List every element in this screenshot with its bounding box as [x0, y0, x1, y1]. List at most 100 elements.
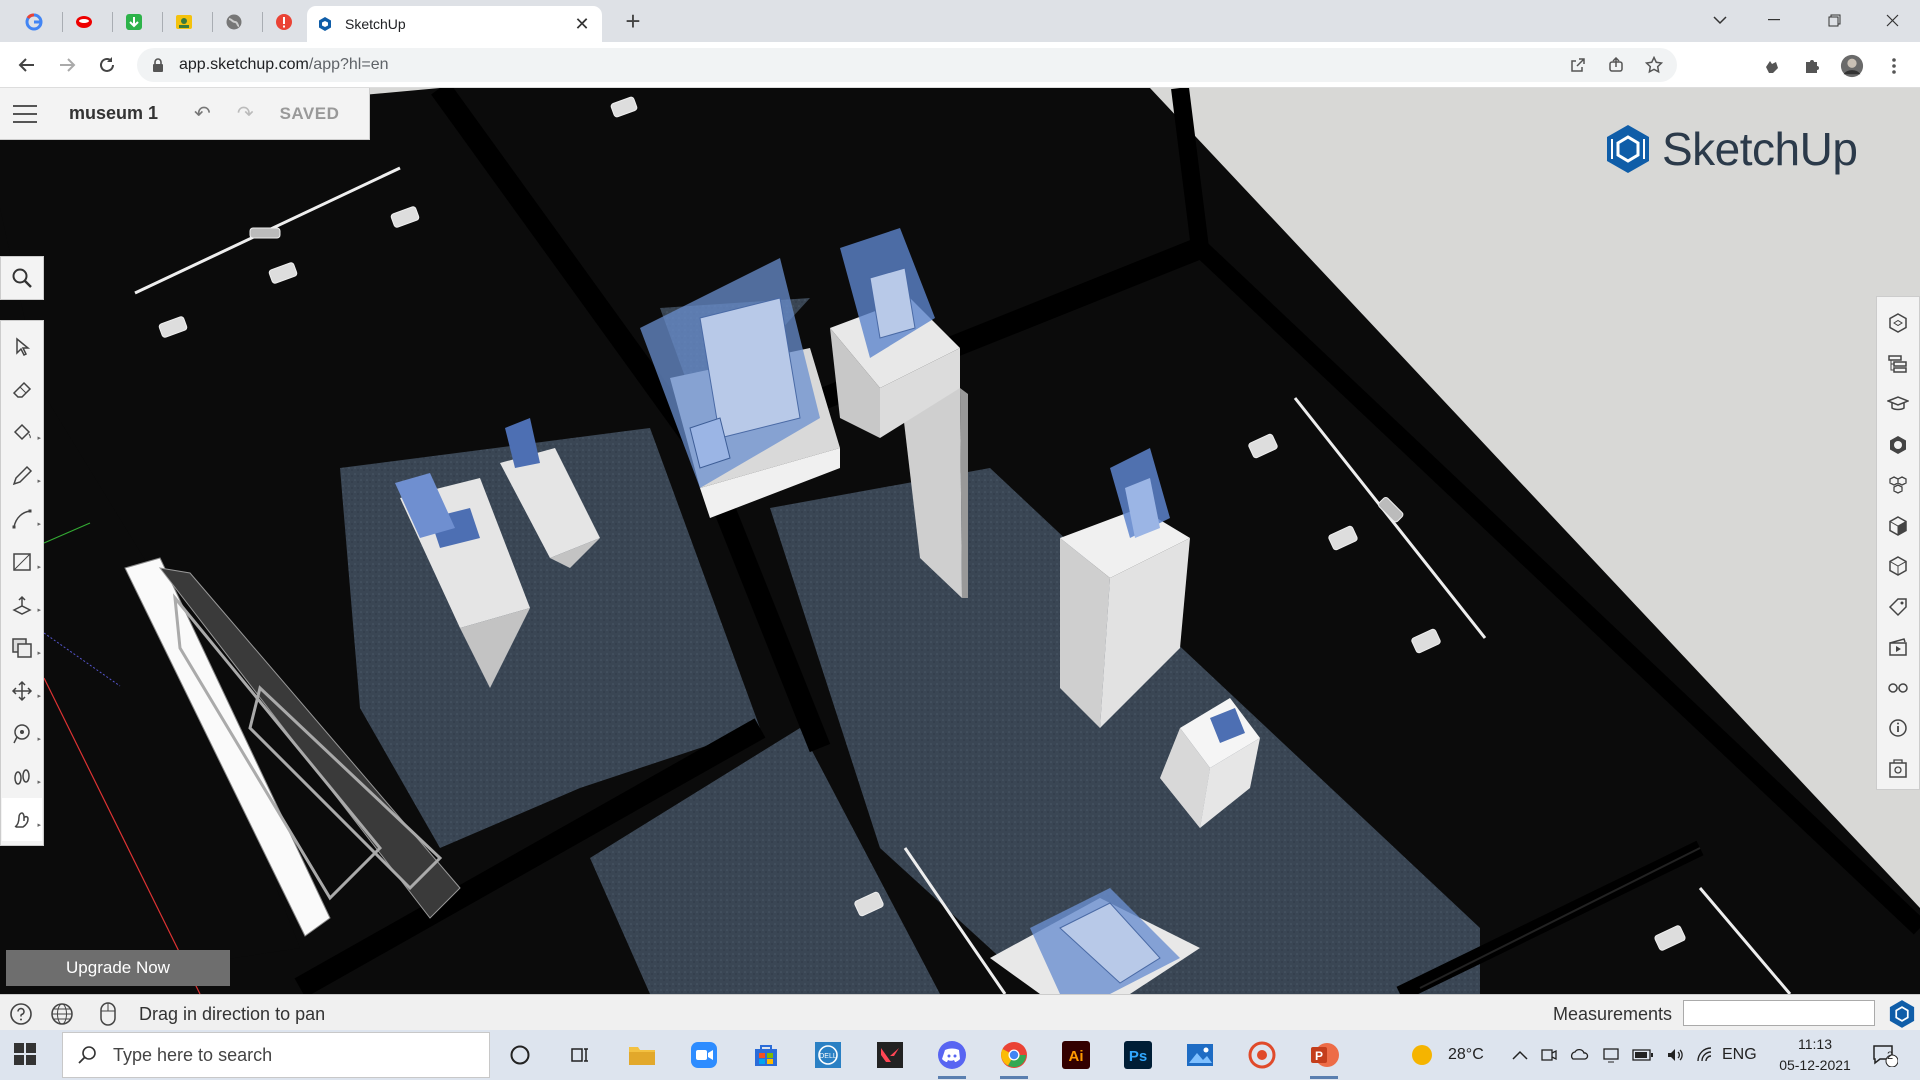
tab-globe[interactable]: [216, 8, 252, 36]
model-info-button[interactable]: [1878, 708, 1918, 749]
animation-button[interactable]: [1878, 627, 1918, 668]
windows-start-icon[interactable]: [14, 1043, 36, 1070]
tab-download[interactable]: [116, 8, 152, 36]
entity-info-button[interactable]: [1878, 303, 1918, 344]
clock-time: 11:13: [1798, 1036, 1832, 1052]
scenes-button[interactable]: [1878, 546, 1918, 587]
restore-icon[interactable]: [1806, 0, 1862, 40]
pan-tool[interactable]: ▸: [2, 798, 42, 841]
bookmark-star-icon[interactable]: [1643, 54, 1665, 76]
redo-icon[interactable]: ↷: [237, 101, 254, 126]
move-tool[interactable]: ▸: [2, 669, 42, 712]
illustrator-icon[interactable]: Ai: [1054, 1037, 1098, 1073]
select-icon: [16, 336, 31, 356]
profile-avatar[interactable]: [1840, 54, 1864, 78]
arc-icon: [12, 509, 32, 528]
back-icon[interactable]: [12, 51, 42, 79]
minimize-icon[interactable]: [1746, 0, 1802, 40]
globe-icon: [226, 14, 242, 30]
display-icon: [1888, 683, 1908, 693]
reload-icon[interactable]: [92, 51, 122, 79]
wifi-icon[interactable]: [1696, 1046, 1714, 1064]
tab-contacts[interactable]: [166, 8, 202, 36]
materials-button[interactable]: [1878, 425, 1918, 466]
share-icon[interactable]: [1605, 54, 1627, 76]
line-tool[interactable]: ▸: [2, 454, 42, 497]
globe-geo-icon[interactable]: [49, 1001, 75, 1027]
close-window-icon[interactable]: [1864, 0, 1920, 40]
onedrive-sync-icon[interactable]: [1570, 1046, 1590, 1064]
cortana-icon[interactable]: [498, 1037, 542, 1073]
chrome-icon[interactable]: [992, 1037, 1036, 1079]
components-button[interactable]: [1878, 465, 1918, 506]
extensions-puzzle-icon[interactable]: [1800, 54, 1824, 78]
photoshop-icon[interactable]: Ps: [1116, 1037, 1160, 1073]
system-clock[interactable]: 11:13 05-12-2021: [1760, 1034, 1870, 1076]
paint-bucket-tool[interactable]: ▸: [2, 411, 42, 454]
extension-hand-icon[interactable]: [1760, 54, 1784, 78]
eraser-tool[interactable]: [2, 368, 42, 411]
input-language[interactable]: ENG: [1722, 1030, 1757, 1080]
new-tab-button[interactable]: +: [618, 7, 648, 37]
dell-icon[interactable]: DELL: [806, 1037, 850, 1073]
search-icon: [78, 1046, 96, 1064]
model-viewport[interactable]: [0, 88, 1920, 994]
svg-text:P: P: [1315, 1049, 1323, 1063]
powerpoint-icon[interactable]: P: [1302, 1037, 1346, 1079]
arc-tool[interactable]: ▸: [2, 497, 42, 540]
valorant-icon[interactable]: [868, 1037, 912, 1073]
volume-icon[interactable]: [1666, 1046, 1684, 1064]
hamburger-menu-icon[interactable]: [13, 104, 37, 123]
recovery-app-icon[interactable]: [1240, 1037, 1284, 1073]
search-tool-button[interactable]: [0, 256, 44, 300]
undo-icon[interactable]: ↶: [194, 101, 211, 126]
open-in-app-icon[interactable]: [1567, 54, 1589, 76]
svg-text:DELL: DELL: [819, 1053, 837, 1060]
notification-icon: [1873, 1045, 1898, 1067]
notification-center[interactable]: 2: [1872, 1030, 1898, 1080]
task-view-icon[interactable]: [558, 1037, 602, 1073]
chrome-menu-icon[interactable]: [1882, 54, 1906, 78]
tray-chevron-icon[interactable]: [1512, 1030, 1528, 1080]
ms-store-icon[interactable]: [744, 1037, 788, 1073]
instructor-button[interactable]: [1878, 384, 1918, 425]
offset-tool[interactable]: ▸: [2, 626, 42, 669]
push-pull-tool[interactable]: ▸: [2, 583, 42, 626]
mouse-icon[interactable]: [95, 1001, 121, 1027]
upgrade-now-button[interactable]: Upgrade Now: [6, 950, 230, 986]
tab-search-icon[interactable]: [1692, 0, 1748, 40]
tab-separator: [212, 12, 213, 32]
taskbar-search-box[interactable]: Type here to search: [62, 1032, 490, 1078]
forward-icon[interactable]: [52, 51, 82, 79]
lock-icon[interactable]: [151, 58, 165, 72]
outliner-button[interactable]: [1878, 344, 1918, 385]
museum-3d-scene[interactable]: [0, 88, 1920, 994]
styles-button[interactable]: [1878, 506, 1918, 547]
omnibox[interactable]: app.sketchup.com/app?hl=en: [137, 48, 1677, 82]
photos-icon[interactable]: [1178, 1037, 1222, 1073]
walk-tool[interactable]: ▸: [2, 755, 42, 798]
weather-widget[interactable]: 28°C: [1410, 1030, 1484, 1080]
tab-google[interactable]: [16, 8, 52, 36]
close-tab-icon[interactable]: ✕: [572, 14, 592, 35]
tab-alert[interactable]: [266, 8, 302, 36]
display-settings-icon[interactable]: [1602, 1046, 1620, 1064]
battery-icon[interactable]: [1632, 1048, 1654, 1062]
solar-button[interactable]: [1878, 749, 1918, 790]
display-button[interactable]: [1878, 668, 1918, 709]
zoom-app-icon[interactable]: [682, 1037, 726, 1073]
help-icon[interactable]: [8, 1001, 34, 1027]
select-tool[interactable]: [2, 325, 42, 368]
tab-rolling[interactable]: [66, 8, 102, 36]
tab-sketchup[interactable]: SketchUp ✕: [307, 6, 602, 42]
file-explorer-icon[interactable]: [620, 1037, 664, 1073]
discord-icon[interactable]: [930, 1037, 974, 1079]
measurements-input[interactable]: [1683, 1000, 1875, 1026]
notification-count: 2: [1887, 1050, 1894, 1062]
tape-measure-tool[interactable]: ▸: [2, 712, 42, 755]
document-title[interactable]: museum 1: [69, 103, 158, 124]
tags-button[interactable]: [1878, 587, 1918, 628]
rectangle-tool[interactable]: ▸: [2, 540, 42, 583]
right-panel-toolbar: [1876, 296, 1920, 790]
meet-now-icon[interactable]: [1540, 1046, 1558, 1064]
